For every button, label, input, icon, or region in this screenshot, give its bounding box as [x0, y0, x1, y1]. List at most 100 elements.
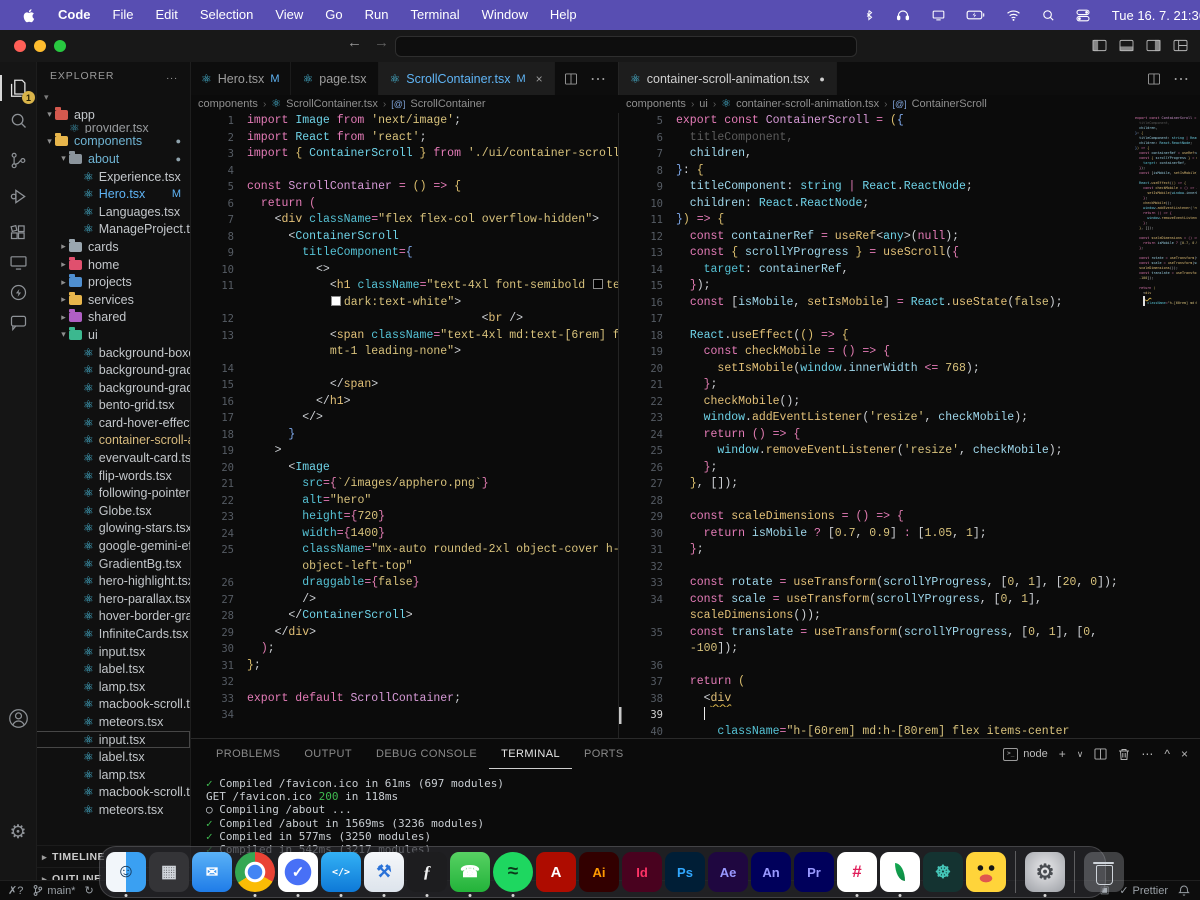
minimize-window-button[interactable] — [34, 40, 46, 52]
chat-icon[interactable] — [6, 310, 30, 334]
tree-item[interactable]: ⚛Hero.tsxM — [36, 185, 190, 203]
menu-clock[interactable]: Tue 16. 7. 21:36 — [1112, 8, 1200, 23]
dock-icon-whatsapp[interactable]: ☎ — [450, 852, 490, 892]
formatter-status[interactable]: ✓Prettier — [1119, 884, 1168, 897]
dock-icon-premiere[interactable]: Pr — [794, 852, 834, 892]
toggle-secondary-sidebar-icon[interactable] — [1146, 39, 1161, 52]
tree-item[interactable]: ⚛InfiniteCards.tsx — [36, 625, 190, 643]
tree-item[interactable]: ⚛GradientBg.tsx — [36, 555, 190, 573]
toggle-primary-sidebar-icon[interactable] — [1092, 39, 1107, 52]
toggle-panel-icon[interactable] — [1119, 39, 1134, 52]
settings-gear-icon[interactable]: ⚙ — [6, 820, 30, 844]
customize-layout-icon[interactable] — [1173, 39, 1188, 52]
search-icon[interactable] — [6, 108, 30, 132]
maximize-panel-icon[interactable]: ^ — [1164, 747, 1170, 761]
tree-item[interactable]: ⚛label.tsx — [36, 748, 190, 766]
dock-icon-acrobat[interactable]: A — [536, 852, 576, 892]
close-panel-icon[interactable]: × — [1181, 747, 1188, 761]
dock-icon-illustrator[interactable]: Ai — [579, 852, 619, 892]
panel-tab-terminal[interactable]: TERMINAL — [489, 739, 572, 769]
tree-item[interactable]: ⚛input.tsx — [36, 731, 190, 749]
explorer-more-actions-icon[interactable]: ... — [166, 70, 178, 82]
minimap[interactable]: export const ContainerScroll = ({ titleC… — [1135, 116, 1197, 306]
explorer-icon[interactable]: 1 — [6, 76, 30, 100]
nav-forward-button[interactable]: → — [374, 34, 389, 51]
tree-item[interactable]: ⚛Experience.tsx — [36, 168, 190, 186]
tree-item[interactable]: ⚛macbook-scroll.tsx — [36, 784, 190, 802]
menu-item-edit[interactable]: Edit — [144, 0, 188, 30]
extensions-icon[interactable] — [6, 220, 30, 244]
dock-icon-trash[interactable] — [1084, 852, 1124, 892]
tree-item[interactable]: ⚛google-gemini-eff... — [36, 537, 190, 555]
tree-item[interactable]: ⚛label.tsx — [36, 660, 190, 678]
panel-more-icon[interactable]: ⋯ — [1141, 747, 1153, 761]
dock-icon-spotify[interactable]: ≈ — [493, 852, 533, 892]
screen-mirroring-icon[interactable] — [930, 8, 947, 23]
tree-item[interactable]: ⚛following-pointer.tsx — [36, 484, 190, 502]
dock-icon-kraken[interactable]: ☸ — [923, 852, 963, 892]
menu-item-file[interactable]: File — [102, 0, 145, 30]
menu-item-window[interactable]: Window — [471, 0, 539, 30]
tree-item[interactable]: ⚛Globe.tsx — [36, 502, 190, 520]
breadcrumb-item[interactable]: ScrollContainer.tsx — [286, 98, 378, 110]
command-center-search[interactable] — [395, 36, 857, 57]
editor-tab[interactable]: ⚛ScrollContainer.tsxM× — [379, 62, 555, 95]
tree-item[interactable]: ▾app — [36, 106, 190, 124]
git-branch-item[interactable]: main* — [32, 884, 75, 897]
tree-item[interactable]: ⚛background-gradi... — [36, 379, 190, 397]
menu-item-view[interactable]: View — [264, 0, 314, 30]
tree-item[interactable]: ⚛ManageProject.tsx — [36, 221, 190, 239]
control-center-icon[interactable] — [1075, 8, 1091, 23]
accounts-icon[interactable] — [6, 706, 30, 730]
tree-item[interactable]: ⚛container-scroll-a... — [36, 432, 190, 450]
editor-tab[interactable]: ⚛page.tsx — [291, 62, 378, 95]
apple-menu-icon[interactable] — [22, 7, 37, 24]
dock-icon-indesign[interactable]: Id — [622, 852, 662, 892]
dock-icon-aftereffects[interactable]: Ae — [708, 852, 748, 892]
sync-icon[interactable]: ↻ — [84, 884, 93, 897]
tree-item[interactable]: ▸cards — [36, 238, 190, 256]
tree-item[interactable]: ⚛hover-border-grad... — [36, 608, 190, 626]
breadcrumb-item[interactable]: ScrollContainer — [410, 98, 485, 110]
headphones-icon[interactable] — [895, 7, 911, 23]
dock-icon-ticktick[interactable]: ✓ — [278, 852, 318, 892]
battery-charging-icon[interactable] — [966, 8, 986, 22]
tree-item[interactable]: ⚛flip-words.tsx — [36, 467, 190, 485]
tree-item[interactable]: ▸home — [36, 256, 190, 274]
run-debug-icon[interactable] — [6, 184, 30, 208]
tree-item[interactable]: ⚛bento-grid.tsx — [36, 397, 190, 415]
breadcrumb-item[interactable]: container-scroll-animation.tsx — [736, 98, 879, 110]
spotlight-search-icon[interactable] — [1041, 8, 1056, 23]
tree-item[interactable]: ▸projects — [36, 273, 190, 291]
breadcrumb-item[interactable]: components — [626, 98, 686, 110]
close-window-button[interactable] — [14, 40, 26, 52]
editor-right[interactable]: export const ContainerScroll = ({ titleC… — [618, 113, 1200, 738]
terminal-output[interactable]: ✓ Compiled /favicon.ico in 61ms (697 mod… — [206, 777, 504, 856]
panel-tab-ports[interactable]: PORTS — [572, 739, 636, 769]
editor-tab[interactable]: ⚛Hero.tsxM — [190, 62, 291, 95]
menu-item-selection[interactable]: Selection — [189, 0, 264, 30]
tree-item[interactable]: ⚛hero-parallax.tsx — [36, 590, 190, 608]
dock-icon-chrome[interactable] — [235, 852, 275, 892]
dock-icon-cyberduck[interactable] — [966, 852, 1006, 892]
terminal-dropdown-icon[interactable]: ∨ — [1077, 749, 1084, 760]
dock-icon-launchpad[interactable]: ▦ — [149, 852, 189, 892]
panel-tab-problems[interactable]: PROBLEMS — [204, 739, 292, 769]
live-server-icon[interactable] — [6, 280, 30, 304]
breadcrumb-item[interactable]: ui — [699, 98, 708, 110]
tree-item[interactable]: ⚛meteors.tsx — [36, 713, 190, 731]
bluetooth-icon[interactable] — [862, 7, 876, 23]
editor-more-actions-icon[interactable]: ⋯ — [590, 69, 606, 89]
dock-icon-mongodb[interactable] — [880, 852, 920, 892]
tree-item[interactable]: ▾components● — [36, 133, 190, 151]
panel-tab-output[interactable]: OUTPUT — [292, 739, 364, 769]
tree-item[interactable]: ⚛background-boxes... — [36, 344, 190, 362]
tree-item[interactable]: ⚛background-gradi... — [36, 361, 190, 379]
dock-icon-figma[interactable]: ƒ — [407, 852, 447, 892]
dock-icon-finder[interactable]: ☺ — [106, 852, 146, 892]
tree-item[interactable]: ▾about● — [36, 150, 190, 168]
editor-left[interactable]: 1import Image from 'next/image';2import … — [190, 113, 618, 738]
menu-item-run[interactable]: Run — [354, 0, 400, 30]
dock-icon-settings[interactable]: ⚙ — [1025, 852, 1065, 892]
remote-indicator[interactable]: ✗? — [8, 884, 23, 897]
